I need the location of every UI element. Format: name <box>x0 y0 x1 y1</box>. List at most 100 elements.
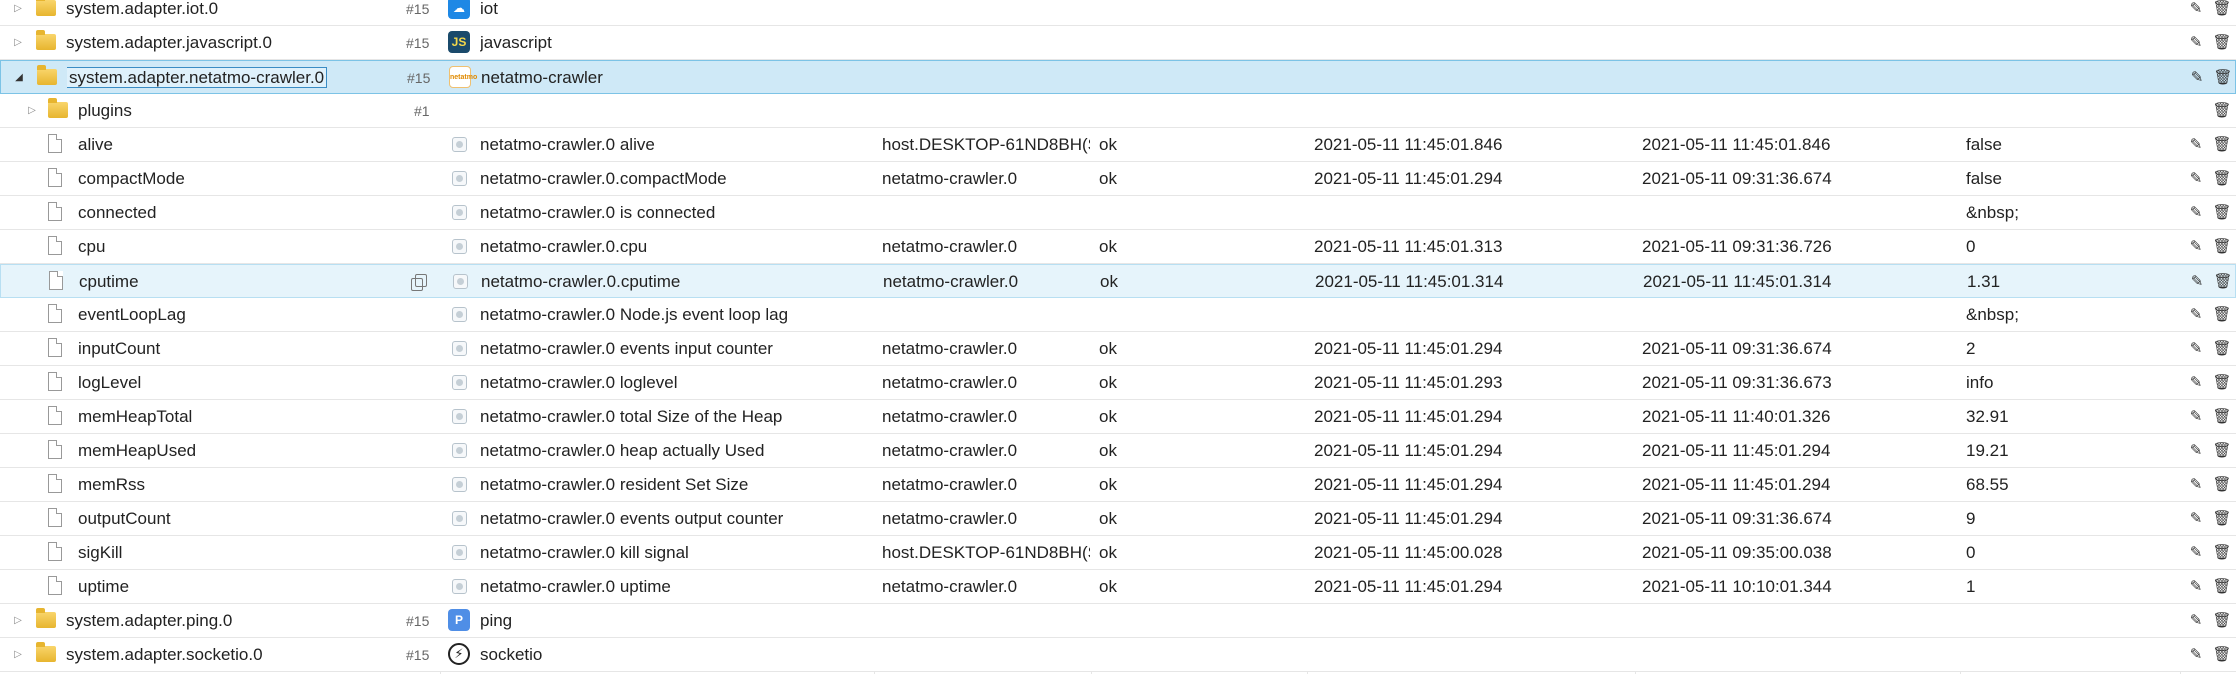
state-row[interactable]: cpu netatmo-crawler.0.cpu netatmo-crawler.… <box>0 230 2236 264</box>
status-cell: ok <box>1099 407 1117 426</box>
timestamp-cell: 2021-05-11 11:45:01.294 <box>1314 441 1503 460</box>
timestamp-cell <box>1314 196 1624 229</box>
value-cell[interactable]: 9 <box>1966 502 2176 535</box>
timestamp-cell: 2021-05-11 11:45:01.294 <box>1314 577 1503 596</box>
edit-button[interactable]: ✎ <box>2184 536 2208 569</box>
edit-button[interactable]: ✎ <box>2184 0 2208 25</box>
adapter-row[interactable]: ▷ system.adapter.ping.0 #15 Pping ✎ 🗑 <box>0 604 2236 638</box>
state-row[interactable]: cputime netatmo-crawler.0.cputime netatmo-… <box>0 264 2236 298</box>
value-cell[interactable]: 0 <box>1966 230 2176 263</box>
delete-button[interactable]: 🗑 <box>2210 298 2234 331</box>
delete-button[interactable]: 🗑 <box>2210 94 2234 127</box>
state-row[interactable]: eventLoopLag netatmo-crawler.0 Node.js ev… <box>0 298 2236 332</box>
value-cell[interactable]: false <box>1966 162 2176 195</box>
value-cell[interactable]: &nbsp; <box>1966 298 2176 331</box>
iot-adapter-icon: ☁ <box>448 0 470 19</box>
delete-button[interactable]: 🗑 <box>2210 26 2234 59</box>
object-id: cpu <box>78 237 106 256</box>
value-cell[interactable]: 0 <box>1966 536 2176 569</box>
edit-button[interactable]: ✎ <box>2185 61 2209 94</box>
object-id: logLevel <box>78 373 142 392</box>
delete-button[interactable]: 🗑 <box>2210 570 2234 603</box>
delete-button[interactable]: 🗑 <box>2210 196 2234 229</box>
value-cell[interactable]: info <box>1966 366 2176 399</box>
expand-toggle-icon[interactable]: ▷ <box>24 94 40 127</box>
delete-button[interactable]: 🗑 <box>2210 502 2234 535</box>
expand-toggle-icon[interactable]: ▷ <box>10 26 26 59</box>
expand-toggle-icon[interactable]: ▷ <box>10 604 26 637</box>
value-cell[interactable]: 1.31 <box>1967 265 2177 298</box>
state-row[interactable]: sigKill netatmo-crawler.0 kill signal host… <box>0 536 2236 570</box>
folder-row[interactable]: ▷ plugins #1 🗑 <box>0 94 2236 128</box>
status-cell: ok <box>1100 272 1118 291</box>
edit-button[interactable]: ✎ <box>2185 265 2209 298</box>
delete-button[interactable]: 🗑 <box>2210 536 2234 569</box>
state-row[interactable]: memHeapTotal netatmo-crawler.0 total Size… <box>0 400 2236 434</box>
last-change-cell: 2021-05-11 11:45:01.846 <box>1642 135 1831 154</box>
delete-button[interactable]: 🗑 <box>2210 332 2234 365</box>
state-row[interactable]: logLevel netatmo-crawler.0 loglevel netatm… <box>0 366 2236 400</box>
delete-button[interactable]: 🗑 <box>2210 162 2234 195</box>
edit-button[interactable]: ✎ <box>2184 366 2208 399</box>
value-cell[interactable]: &nbsp; <box>1966 196 2176 229</box>
object-id: uptime <box>78 577 130 596</box>
state-row[interactable]: uptime netatmo-crawler.0 uptime netatmo-cr… <box>0 570 2236 604</box>
delete-button[interactable]: 🗑 <box>2211 265 2235 298</box>
state-row[interactable]: outputCount netatmo-crawler.0 events outp… <box>0 502 2236 536</box>
from-cell: netatmo-crawler.0 <box>882 237 1018 256</box>
edit-button[interactable]: ✎ <box>2184 162 2208 195</box>
timestamp-cell: 2021-05-11 11:45:01.294 <box>1314 475 1503 494</box>
collapse-toggle-icon[interactable]: ◢ <box>11 61 27 94</box>
delete-button[interactable]: 🗑 <box>2210 434 2234 467</box>
state-row[interactable]: memHeapUsed netatmo-crawler.0 heap actual… <box>0 434 2236 468</box>
state-row[interactable]: alive netatmo-crawler.0 alive host.DESKTOP… <box>0 128 2236 162</box>
edit-button[interactable]: ✎ <box>2184 570 2208 603</box>
timestamp-cell: 2021-05-11 11:45:01.293 <box>1314 373 1503 392</box>
state-row[interactable]: memRss netatmo-crawler.0 resident Set Siz… <box>0 468 2236 502</box>
edit-button[interactable]: ✎ <box>2184 434 2208 467</box>
delete-button[interactable]: 🗑 <box>2210 638 2234 671</box>
edit-button[interactable]: ✎ <box>2184 502 2208 535</box>
object-name: netatmo-crawler.0.cputime <box>481 272 681 291</box>
value-cell[interactable]: 1 <box>1966 570 2176 603</box>
delete-button[interactable]: 🗑 <box>2210 400 2234 433</box>
object-name: iot <box>480 0 498 18</box>
object-id: compactMode <box>78 169 185 188</box>
delete-button[interactable]: 🗑 <box>2210 366 2234 399</box>
edit-button[interactable]: ✎ <box>2184 468 2208 501</box>
edit-button[interactable]: ✎ <box>2184 332 2208 365</box>
adapter-row[interactable]: ◢ system.adapter.netatmo-crawler.0 #15 neta… <box>0 60 2236 94</box>
edit-button[interactable]: ✎ <box>2184 400 2208 433</box>
delete-button[interactable]: 🗑 <box>2210 468 2234 501</box>
timestamp-cell: 2021-05-11 11:45:01.294 <box>1314 509 1503 528</box>
edit-button[interactable]: ✎ <box>2184 26 2208 59</box>
expand-toggle-icon[interactable]: ▷ <box>10 0 26 25</box>
copy-icon[interactable] <box>411 274 427 291</box>
adapter-row[interactable]: ▷ system.adapter.javascript.0 #15 JS javascr… <box>0 26 2236 60</box>
edit-button[interactable]: ✎ <box>2184 196 2208 229</box>
state-row[interactable]: compactMode netatmo-crawler.0.compactMode… <box>0 162 2236 196</box>
delete-button[interactable]: 🗑 <box>2211 61 2235 94</box>
state-row[interactable]: inputCount netatmo-crawler.0 events input… <box>0 332 2236 366</box>
edit-button[interactable]: ✎ <box>2184 128 2208 161</box>
expand-toggle-icon[interactable]: ▷ <box>10 638 26 671</box>
timestamp-cell: 2021-05-11 11:45:01.294 <box>1314 169 1503 188</box>
edit-button[interactable]: ✎ <box>2184 638 2208 671</box>
state-row[interactable]: connected netatmo-crawler.0 is connected &… <box>0 196 2236 230</box>
value-cell[interactable]: 19.21 <box>1966 434 2176 467</box>
value-cell[interactable]: 2 <box>1966 332 2176 365</box>
edit-button[interactable]: ✎ <box>2184 604 2208 637</box>
edit-button[interactable]: ✎ <box>2184 230 2208 263</box>
state-file-icon <box>48 372 62 391</box>
delete-button[interactable]: 🗑 <box>2210 0 2234 25</box>
adapter-row[interactable]: ▷ system.adapter.iot.0 #15 ☁ iot ✎ 🗑 <box>0 0 2236 26</box>
adapter-row[interactable]: ▷ system.adapter.socketio.0 #15 ⚡ socketio ✎ 🗑 <box>0 638 2236 672</box>
edit-button[interactable]: ✎ <box>2184 298 2208 331</box>
delete-button[interactable]: 🗑 <box>2210 128 2234 161</box>
value-cell[interactable]: 68.55 <box>1966 468 2176 501</box>
value-cell[interactable]: false <box>1966 128 2176 161</box>
delete-button[interactable]: 🗑 <box>2210 230 2234 263</box>
value-cell[interactable]: 32.91 <box>1966 400 2176 433</box>
object-name: netatmo-crawler.0 resident Set Size <box>480 475 749 494</box>
delete-button[interactable]: 🗑 <box>2210 604 2234 637</box>
